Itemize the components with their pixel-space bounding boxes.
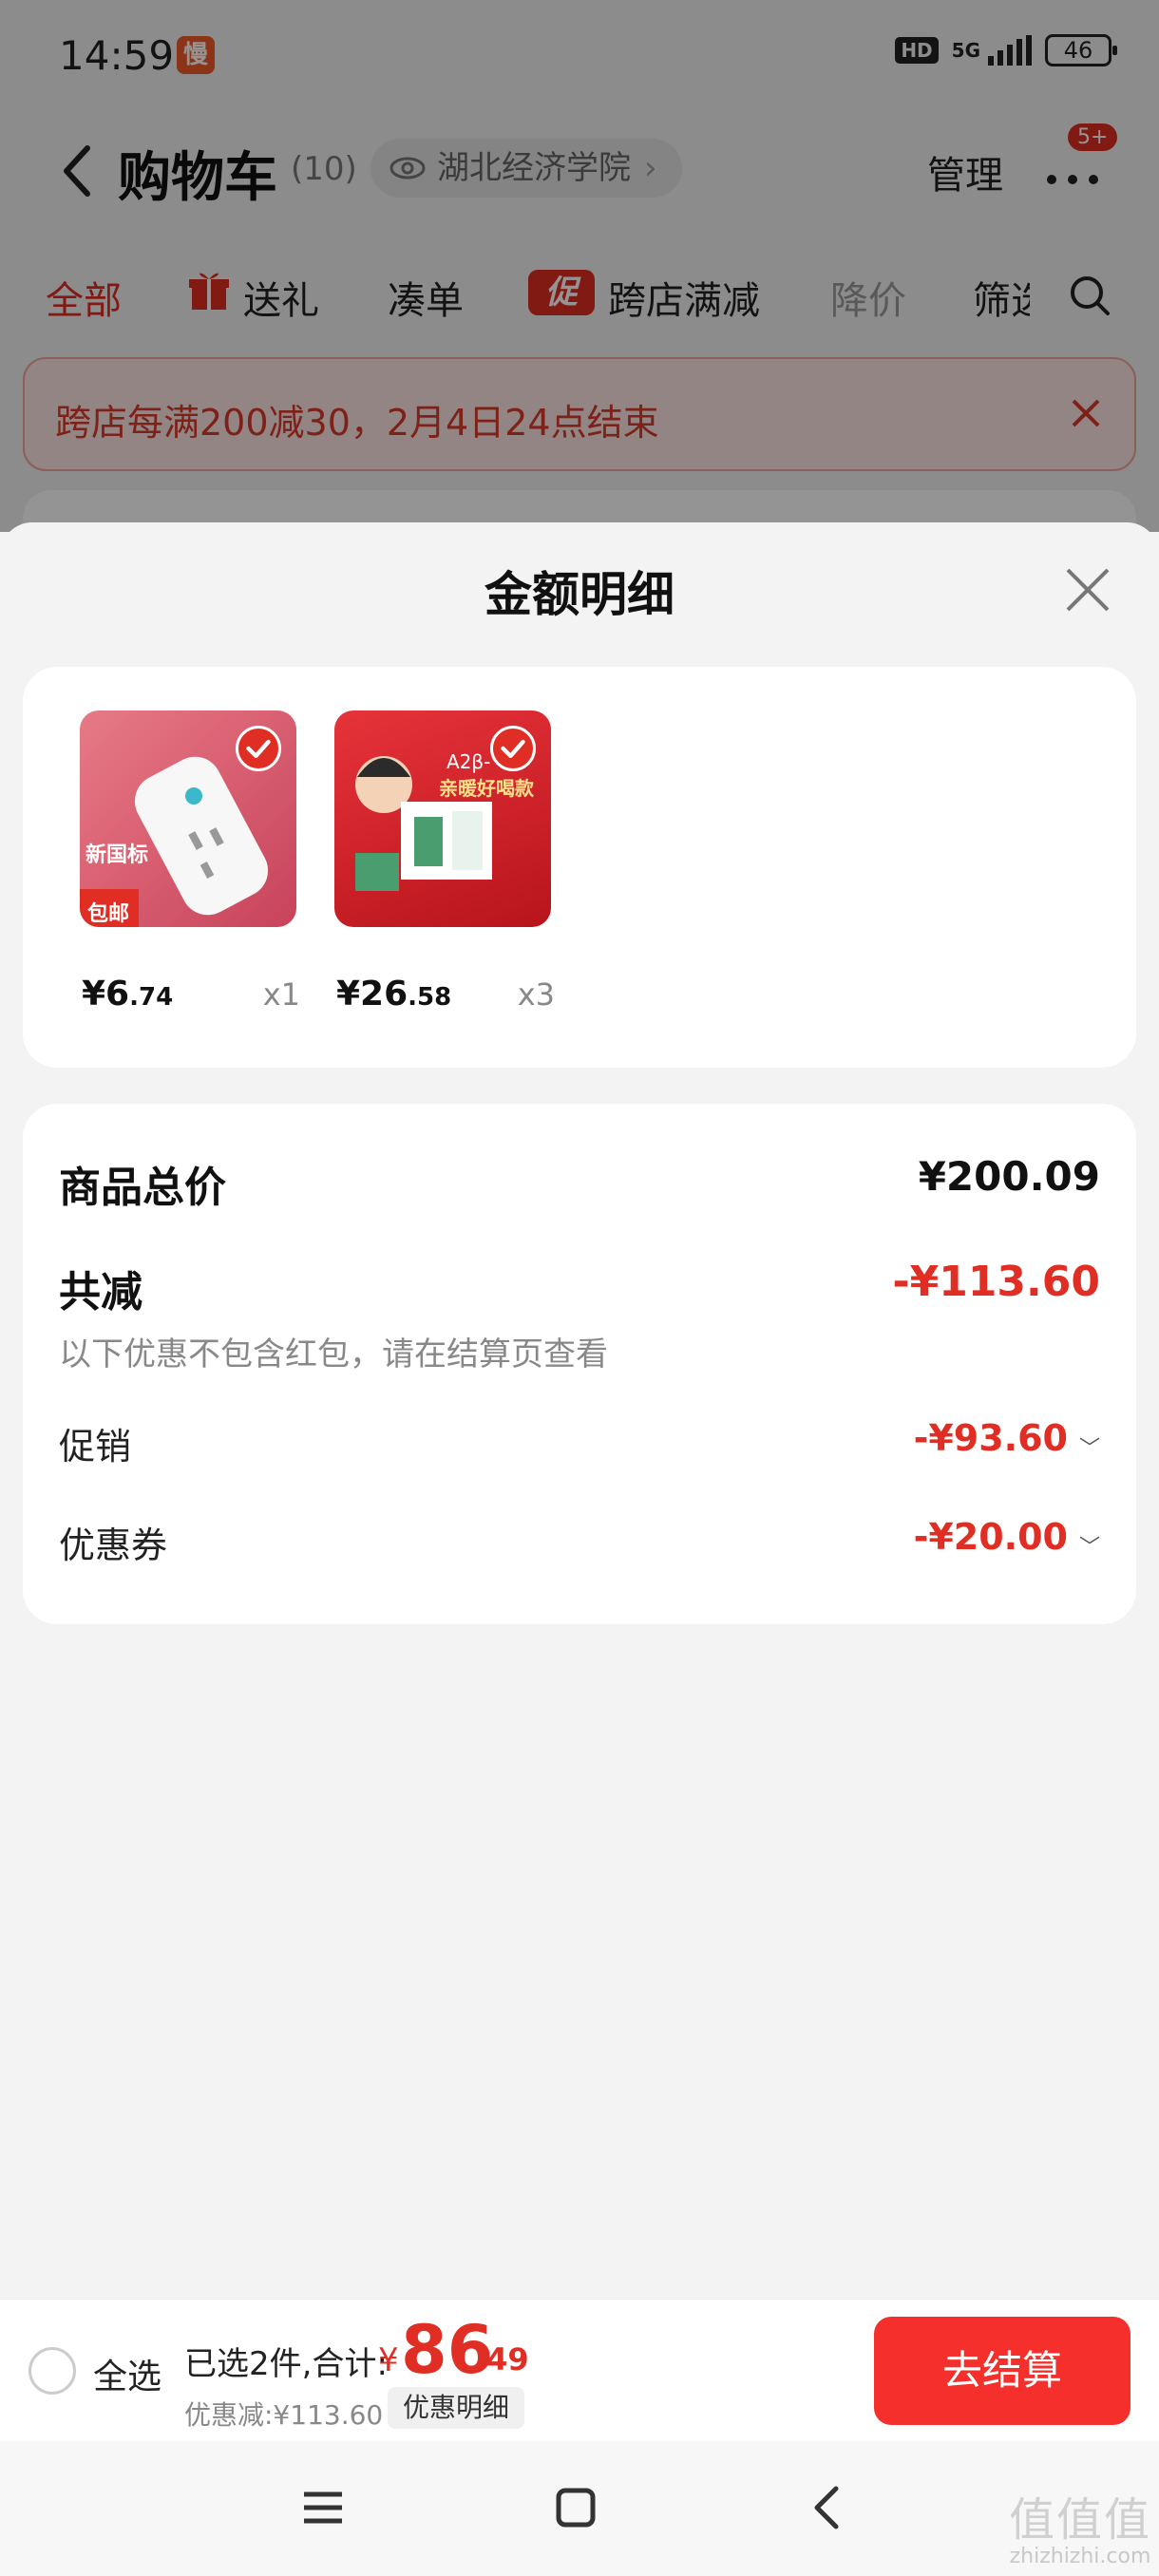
total-reduce-value: -¥113.60 — [892, 1258, 1100, 1306]
product-item[interactable]: A2β- 亲暖好喝款 ¥26.58 x3 — [334, 710, 555, 1013]
select-all-label[interactable]: 全选 — [93, 2349, 162, 2398]
back-nav-icon[interactable] — [800, 2479, 857, 2536]
total-amount-decimal: .49 — [475, 2341, 529, 2377]
dim-overlay[interactable] — [0, 0, 1159, 532]
price-summary-card: 商品总价 ¥200.09 共减 -¥113.60 以下优惠不包含红包，请在结算页… — [23, 1104, 1136, 1624]
checkout-bar: 全选 已选2件,合计: ¥ 86 .49 优惠减:¥113.60 优惠明细 去结… — [0, 2299, 1159, 2441]
product-quantity: x3 — [517, 976, 555, 1013]
selected-products-card: 新国标 包邮 ¥6.74 x1 A2β- 亲暖好喝款 ¥26.58 x3 — [23, 667, 1136, 1068]
discount-detail-button[interactable]: 优惠明细 — [388, 2387, 525, 2429]
select-all-radio[interactable] — [28, 2347, 76, 2395]
product-caption: A2β- — [446, 750, 491, 773]
coupon-value-group: -¥20.00 ﹀ — [914, 1516, 1100, 1561]
product-caption: 新国标 — [86, 843, 149, 867]
discount-note-row: 以下优惠不包含红包，请在结算页查看 — [59, 1328, 1100, 1375]
product-price: ¥6.74 — [82, 975, 174, 1013]
total-currency: ¥ — [378, 2341, 399, 2379]
total-price-row: 商品总价 ¥200.09 — [59, 1153, 1100, 1212]
checkout-button[interactable]: 去结算 — [874, 2317, 1130, 2425]
product-quantity: x1 — [262, 976, 300, 1013]
coupon-row[interactable]: 优惠券 -¥20.00 ﹀ — [59, 1516, 1100, 1569]
chevron-down-icon[interactable]: ﹀ — [1079, 1431, 1100, 1462]
product-item[interactable]: 新国标 包邮 ¥6.74 x1 — [80, 710, 300, 1013]
total-price-value: ¥200.09 — [918, 1153, 1100, 1200]
checkmark-icon — [490, 726, 536, 771]
watermark: 值值值 zhizhizhi.com — [1008, 2493, 1151, 2568]
promotion-row[interactable]: 促销 -¥93.60 ﹀ — [59, 1417, 1100, 1470]
product-tag: 亲暖好喝款 — [439, 777, 534, 800]
sheet-title: 金额明细 — [484, 567, 674, 622]
power-strip-image: 新国标 包邮 — [80, 710, 296, 927]
amount-detail-sheet: 金额明细 新国标 包邮 ¥6.74 x1 A2β- 亲暖好喝款 ¥26.58 x… — [0, 522, 1159, 2299]
promotion-value: -¥93.60 — [913, 1417, 1068, 1459]
home-icon[interactable] — [547, 2479, 604, 2536]
promotion-value-group: -¥93.60 ﹀ — [914, 1417, 1100, 1462]
product-price: ¥26.58 — [336, 975, 452, 1013]
total-reduce-label: 共减 — [59, 1268, 142, 1316]
discount-amount: 优惠减:¥113.60 — [184, 2399, 384, 2431]
menu-icon[interactable] — [294, 2479, 352, 2536]
coupon-value: -¥20.00 — [913, 1516, 1068, 1558]
selected-summary: 已选2件,合计: — [184, 2345, 388, 2383]
checkmark-icon — [236, 726, 281, 771]
total-reduce-row: 共减 -¥113.60 — [59, 1258, 1100, 1316]
promotion-label: 促销 — [59, 1426, 132, 1468]
discount-note: 以下优惠不包含红包，请在结算页查看 — [59, 1335, 608, 1373]
chevron-down-icon[interactable]: ﹀ — [1079, 1530, 1100, 1561]
milk-gift-box-image: A2β- 亲暖好喝款 — [334, 710, 551, 927]
total-price-label: 商品总价 — [59, 1164, 226, 1212]
coupon-label: 优惠券 — [59, 1525, 168, 1566]
free-shipping-tag: 包邮 — [87, 902, 130, 926]
close-icon[interactable] — [1064, 566, 1112, 614]
system-nav-bar: 值值值 zhizhizhi.com — [0, 2441, 1159, 2576]
